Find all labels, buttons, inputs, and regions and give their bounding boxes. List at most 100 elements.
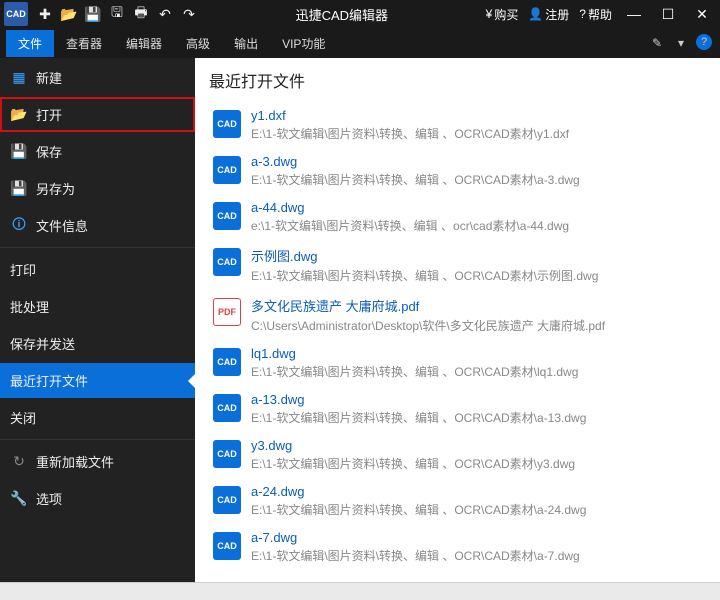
sidebar-icon: 🔧 <box>10 490 28 508</box>
sidebar-item-label: 打开 <box>36 105 62 124</box>
sidebar-item-10[interactable]: ↻ 重新加载文件 <box>0 444 195 479</box>
sidebar-item-label: 打印 <box>10 260 36 279</box>
titlebar: CAD ✚ 📂 💾 🖫 🖶 ↶ ↷ 迅捷CAD编辑器 ¥购买 👤注册 ?帮助 ―… <box>0 0 720 28</box>
yen-icon: ¥ <box>486 7 493 21</box>
file-path: E:\1-软文编辑\图片资料\转换、编辑 、OCR\CAD素材\a-24.dwg <box>251 501 702 518</box>
pdf-file-icon: PDF <box>213 298 241 326</box>
help-button[interactable]: ?帮助 <box>579 6 612 23</box>
file-row[interactable]: PDF 多文化民族遗产 大庸府城.pdf C:\Users\Administrato… <box>209 290 706 340</box>
file-name: y3.dwg <box>251 438 702 453</box>
menu-tab-2[interactable]: 编辑器 <box>114 30 174 57</box>
sidebar-icon: 📂 <box>10 106 28 124</box>
sidebar-item-label: 重新加载文件 <box>36 452 114 471</box>
menu-tab-0[interactable]: 文件 <box>6 30 54 57</box>
open-icon[interactable]: 📂 <box>60 5 78 23</box>
file-row[interactable]: CAD a-7.dwg E:\1-软文编辑\图片资料\转换、编辑 、OCR\CAD素… <box>209 524 706 570</box>
minimize-button[interactable]: ― <box>622 4 646 24</box>
file-path: E:\1-软文编辑\图片资料\转换、编辑 、OCR\CAD素材\a-7.dwg <box>251 547 702 564</box>
sidebar-item-8[interactable]: 最近打开文件 <box>0 363 195 398</box>
sidebar-item-label: 选项 <box>36 489 62 508</box>
file-path: E:\1-软文编辑\图片资料\转换、编辑 、OCR\CAD素材\y3.dwg <box>251 455 702 472</box>
cad-file-icon: CAD <box>213 486 241 514</box>
sidebar-item-4[interactable]: 🛈 文件信息 <box>0 208 195 243</box>
close-button[interactable]: ✕ <box>690 4 714 24</box>
user-icon: 👤 <box>528 7 543 21</box>
cad-file-icon: CAD <box>213 156 241 184</box>
save-icon[interactable]: 💾 <box>84 5 102 23</box>
file-path: E:\1-软文编辑\图片资料\转换、编辑 、OCR\CAD素材\示例图.dwg <box>251 267 702 284</box>
undo-icon[interactable]: ↶ <box>156 5 174 23</box>
sidebar-icon: 🛈 <box>10 217 28 235</box>
file-name: a-24.dwg <box>251 484 702 499</box>
sidebar-item-label: 文件信息 <box>36 216 88 235</box>
file-path: E:\1-软文编辑\图片资料\转换、编辑 、OCR\CAD素材\a-3.dwg <box>251 171 702 188</box>
sidebar-item-label: 保存 <box>36 142 62 161</box>
file-name: y1.dxf <box>251 108 702 123</box>
file-name: a-44.dwg <box>251 200 702 215</box>
cad-file-icon: CAD <box>213 440 241 468</box>
file-path: E:\1-软文编辑\图片资料\转换、编辑 、OCR\CAD素材\y1.dxf <box>251 125 702 142</box>
recent-files-list: CAD y1.dxf E:\1-软文编辑\图片资料\转换、编辑 、OCR\CAD素材… <box>195 98 720 582</box>
sidebar-item-11[interactable]: 🔧 选项 <box>0 481 195 516</box>
sidebar: ▦ 新建 📂 打开 💾 保存 💾另存为 🛈 文件信息打印批处理保存并发送最近打开文件关闭 ↻ 重新加… <box>0 58 195 582</box>
file-row[interactable]: CADa-13.dwgE:\1-软文编辑\图片资料\转换、编辑 、OCR\CAD… <box>209 386 706 432</box>
dropdown-icon[interactable]: ▾ <box>672 34 690 52</box>
buy-button[interactable]: ¥购买 <box>486 6 519 23</box>
menu-tab-3[interactable]: 高级 <box>174 30 222 57</box>
sidebar-item-label: 关闭 <box>10 408 36 427</box>
sidebar-icon: 💾 <box>10 143 28 161</box>
sidebar-icon: ↻ <box>10 453 28 471</box>
file-path: E:\1-软文编辑\图片资料\转换、编辑 、OCR\CAD素材\a-13.dwg <box>251 409 702 426</box>
menubar: 文件查看器编辑器高级输出VIP功能 ✎ ▾ ? <box>0 28 720 58</box>
main-heading: 最近打开文件 <box>195 58 720 98</box>
sidebar-item-label: 新建 <box>36 68 62 87</box>
sidebar-item-label: 另存为 <box>36 179 75 198</box>
cad-file-icon: CAD <box>213 532 241 560</box>
file-name: a-13.dwg <box>251 392 702 407</box>
file-path: E:\1-软文编辑\图片资料\转换、编辑 、OCR\CAD素材\lq1.dwg <box>251 363 702 380</box>
quick-access-toolbar: ✚ 📂 💾 🖫 🖶 ↶ ↷ <box>36 5 198 23</box>
sidebar-item-label: 批处理 <box>10 297 49 316</box>
sidebar-item-0[interactable]: ▦ 新建 <box>0 60 195 95</box>
file-row[interactable]: CAD y1.dxf E:\1-软文编辑\图片资料\转换、编辑 、OCR\CAD素材… <box>209 102 706 148</box>
file-name: a-7.dwg <box>251 530 702 545</box>
sidebar-item-6[interactable]: 批处理 <box>0 289 195 324</box>
register-button[interactable]: 👤注册 <box>528 6 569 23</box>
sidebar-item-3[interactable]: 💾另存为 <box>0 171 195 206</box>
file-name: a-3.dwg <box>251 154 702 169</box>
new-icon[interactable]: ✚ <box>36 5 54 23</box>
file-row[interactable]: CAD a-24.dwg E:\1-软文编辑\图片资料\转换、编辑 、OCR\CAD… <box>209 478 706 524</box>
menu-tab-4[interactable]: 输出 <box>222 30 270 57</box>
maximize-button[interactable]: ☐ <box>656 4 680 24</box>
file-row[interactable]: CADa-44.dwge:\1-软文编辑\图片资料\转换、编辑 、ocr\cad… <box>209 194 706 240</box>
menu-tab-5[interactable]: VIP功能 <box>270 30 337 57</box>
file-row[interactable]: CAD a-3.dwg E:\1-软文编辑\图片资料\转换、编辑 、OCR\CAD素… <box>209 148 706 194</box>
file-path: C:\Users\Administrator\Desktop\软件\多文化民族遗… <box>251 317 702 334</box>
file-path: e:\1-软文编辑\图片资料\转换、编辑 、ocr\cad素材\a-44.dwg <box>251 217 702 234</box>
file-name: 多文化民族遗产 大庸府城.pdf <box>251 296 702 315</box>
sidebar-item-2[interactable]: 💾 保存 <box>0 134 195 169</box>
sidebar-item-9[interactable]: 关闭 <box>0 400 195 435</box>
sidebar-item-5[interactable]: 打印 <box>0 252 195 287</box>
file-name: 示例图.dwg <box>251 246 702 265</box>
app-title: 迅捷CAD编辑器 <box>198 5 486 24</box>
edit-toolbar-icon[interactable]: ✎ <box>648 34 666 52</box>
file-name: lq1.dwg <box>251 346 702 361</box>
cad-file-icon: CAD <box>213 110 241 138</box>
save-as-icon[interactable]: 🖫 <box>108 5 126 23</box>
sidebar-item-1[interactable]: 📂 打开 <box>0 97 195 132</box>
file-row[interactable]: CAD lq1.dwg E:\1-软文编辑\图片资料\转换、编辑 、OCR\CAD素… <box>209 340 706 386</box>
file-row[interactable]: CAD y3.dwg E:\1-软文编辑\图片资料\转换、编辑 、OCR\CAD素材… <box>209 432 706 478</box>
sidebar-item-label: 最近打开文件 <box>10 371 88 390</box>
question-icon: ? <box>579 7 586 21</box>
help-round-icon[interactable]: ? <box>696 34 712 50</box>
menu-tab-1[interactable]: 查看器 <box>54 30 114 57</box>
cad-file-icon: CAD <box>213 348 241 376</box>
sidebar-icon: ▦ <box>10 69 28 87</box>
sidebar-item-7[interactable]: 保存并发送 <box>0 326 195 361</box>
main-panel: 最近打开文件 CAD y1.dxf E:\1-软文编辑\图片资料\转换、编辑 、OC… <box>195 58 720 582</box>
redo-icon[interactable]: ↷ <box>180 5 198 23</box>
cad-file-icon: CAD <box>213 248 241 276</box>
file-row[interactable]: CAD 示例图.dwg E:\1-软文编辑\图片资料\转换、编辑 、OCR\CAD素… <box>209 240 706 290</box>
print-icon[interactable]: 🖶 <box>132 5 150 23</box>
